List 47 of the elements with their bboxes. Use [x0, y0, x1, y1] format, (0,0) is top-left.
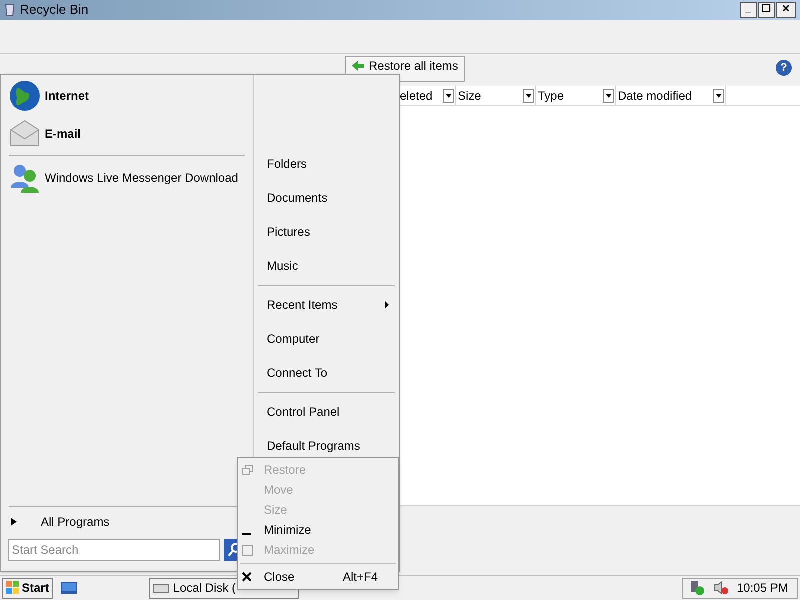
start-menu-link[interactable]: Documents — [254, 181, 399, 215]
all-programs-item[interactable]: All Programs — [41, 513, 110, 531]
speaker-muted-icon[interactable] — [713, 580, 729, 596]
dropdown-icon[interactable] — [603, 88, 614, 102]
column-header[interactable]: Size — [456, 86, 536, 105]
globe-icon — [9, 80, 41, 112]
restore-button[interactable]: ❐ — [758, 2, 775, 18]
context-menu-item[interactable]: Minimize — [238, 520, 398, 540]
submenu-arrow-icon — [385, 301, 389, 309]
people-icon — [9, 162, 41, 194]
close-icon — [242, 572, 252, 582]
column-header[interactable]: Type — [536, 86, 616, 105]
dropdown-icon[interactable] — [713, 88, 724, 102]
context-menu-item: Maximize — [238, 540, 398, 560]
restore-icon — [242, 465, 253, 475]
triangle-icon — [11, 518, 17, 526]
help-button[interactable]: ? — [776, 60, 792, 76]
start-menu-link[interactable]: Connect To — [254, 356, 399, 390]
start-menu-link[interactable]: Computer — [254, 322, 399, 356]
search-field[interactable]: Start Search — [8, 539, 220, 561]
start-menu-item[interactable]: Windows Live Messenger Download — [9, 158, 245, 198]
context-menu-item: Restore — [238, 460, 398, 480]
trash-icon — [4, 3, 16, 17]
start-menu-link[interactable]: Folders — [254, 147, 399, 181]
column-header[interactable]: Date modified — [616, 86, 726, 105]
start-menu-link[interactable]: Control Panel — [254, 395, 399, 429]
start-menu-item[interactable]: Internet — [9, 77, 245, 115]
arrow-icon — [352, 61, 364, 71]
maximize-icon — [242, 544, 253, 556]
dropdown-icon[interactable] — [443, 88, 454, 102]
clock[interactable]: 10:05 PM — [737, 579, 788, 597]
minimize-button[interactable]: _ — [740, 2, 757, 18]
envelope-icon — [9, 120, 41, 148]
start-menu-link[interactable]: Recent Items — [254, 288, 399, 322]
start-menu-link[interactable]: Music — [254, 249, 399, 283]
close-button[interactable]: ✕ — [776, 2, 796, 18]
start-menu-link[interactable]: Pictures — [254, 215, 399, 249]
start-menu-item[interactable]: E-mail — [9, 115, 245, 153]
desktop-icon[interactable] — [61, 582, 78, 594]
minimize-icon — [242, 533, 251, 535]
drive-icon — [153, 584, 170, 592]
dropdown-icon[interactable] — [523, 88, 534, 102]
context-menu-item: Move — [263, 482, 294, 499]
start-button[interactable]: Start — [2, 578, 54, 598]
window-title: Recycle Bin — [20, 1, 89, 20]
context-menu-item: Size — [263, 502, 288, 519]
windows-logo-icon — [6, 581, 20, 595]
